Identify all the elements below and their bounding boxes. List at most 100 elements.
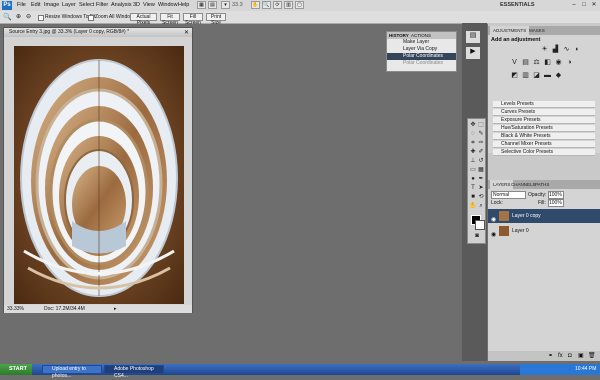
preset-exposure[interactable]: Exposure Presets xyxy=(493,117,595,124)
tab-masks[interactable]: MASKS xyxy=(526,26,548,35)
fill-input[interactable]: 100% xyxy=(548,199,564,207)
menu-3d[interactable]: 3D xyxy=(133,2,140,8)
color-balance-icon[interactable]: ⚖ xyxy=(532,58,541,67)
move-tool-icon[interactable]: ✥ xyxy=(469,121,477,129)
document-title[interactable]: Source Entry 3.jpg @ 33.3% (Layer 0 copy… xyxy=(4,28,192,37)
menu-view[interactable]: View xyxy=(143,2,155,8)
path-select-icon[interactable]: ➤ xyxy=(477,184,485,192)
taskbar-item-browser[interactable]: Upload entry to photos... xyxy=(42,365,102,379)
selective-color-icon[interactable]: ◆ xyxy=(554,71,563,80)
screen-mode-button[interactable]: ▢ xyxy=(295,1,304,9)
history-item[interactable]: Make Layer xyxy=(387,39,456,46)
close-icon[interactable]: ✕ xyxy=(590,1,598,9)
actions-panel-icon[interactable]: ▶ xyxy=(466,47,480,59)
workspace-switcher[interactable]: ESSENTIALS xyxy=(500,2,535,8)
new-layer-icon[interactable]: ▣ xyxy=(578,351,584,361)
marquee-tool-icon[interactable]: ⬚ xyxy=(477,121,485,129)
delete-layer-icon[interactable]: 🗑 xyxy=(588,351,596,361)
fill-screen-button[interactable]: Fill Screen xyxy=(183,13,203,26)
menu-window[interactable]: Window xyxy=(158,2,178,8)
menu-edit[interactable]: Edit xyxy=(31,2,40,8)
history-panel-icon[interactable]: ▤ xyxy=(466,31,480,43)
gradient-tool-icon[interactable]: ▦ xyxy=(477,166,485,174)
fit-screen-button[interactable]: Fit Screen xyxy=(160,13,180,26)
history-brush-icon[interactable]: ↺ xyxy=(477,157,485,165)
background-color-swatch[interactable] xyxy=(475,220,485,230)
menu-analysis[interactable]: Analysis xyxy=(111,2,131,8)
zoom-readout[interactable]: 33.33% xyxy=(7,305,24,313)
view-extras-button[interactable]: ▾ xyxy=(221,1,230,9)
layer-style-icon[interactable]: fx xyxy=(558,351,563,361)
document-close-icon[interactable]: ✕ xyxy=(184,29,189,36)
menu-layer[interactable]: Layer xyxy=(62,2,76,8)
dodge-tool-icon[interactable]: ● xyxy=(469,175,477,183)
history-item[interactable]: Polar Coordinates xyxy=(387,60,456,67)
photo-filter-icon[interactable]: ◉ xyxy=(554,58,563,67)
tab-actions[interactable]: ACTIONS xyxy=(411,32,431,39)
preset-channel-mixer[interactable]: Channel Mixer Presets xyxy=(493,141,595,148)
exposure-icon[interactable]: ◐ xyxy=(573,45,582,54)
minimize-icon[interactable]: – xyxy=(570,1,578,9)
channel-mixer-icon[interactable]: ◑ xyxy=(565,58,574,67)
history-item[interactable]: Layer Via Copy xyxy=(387,46,456,53)
tab-history[interactable]: HISTORY xyxy=(389,32,409,39)
hue-saturation-icon[interactable]: ▤ xyxy=(521,58,530,67)
preset-hue-saturation[interactable]: Hue/Saturation Presets xyxy=(493,125,595,132)
menu-image[interactable]: Image xyxy=(44,2,59,8)
invert-icon[interactable]: ◩ xyxy=(510,71,519,80)
actual-pixels-button[interactable]: Actual Pixels xyxy=(130,13,157,26)
type-tool-icon[interactable]: T xyxy=(469,184,477,192)
brush-tool-icon[interactable]: ✐ xyxy=(477,148,485,156)
curves-icon[interactable]: ∿ xyxy=(562,45,571,54)
black-white-icon[interactable]: ◧ xyxy=(543,58,552,67)
pen-tool-icon[interactable]: ✒ xyxy=(477,175,485,183)
clock[interactable]: 10:44 PM xyxy=(575,364,596,375)
print-size-button[interactable]: Print Size xyxy=(206,13,226,26)
stamp-tool-icon[interactable]: ⊥ xyxy=(469,157,477,165)
menu-select[interactable]: Select xyxy=(79,2,94,8)
posterize-icon[interactable]: ▥ xyxy=(521,71,530,80)
layer-row[interactable]: ◉ Layer 0 xyxy=(488,224,600,238)
hand-tool-icon[interactable]: ✋ xyxy=(469,202,477,210)
quick-mask-icon[interactable]: ◙ xyxy=(473,232,481,240)
taskbar-item-photoshop[interactable]: Adobe Photoshop CS4... xyxy=(104,365,164,379)
brightness-contrast-icon[interactable]: ☀ xyxy=(540,45,549,54)
zoom-out-icon[interactable]: ⊖ xyxy=(26,13,31,20)
eyedropper-tool-icon[interactable]: ✑ xyxy=(477,139,485,147)
link-layers-icon[interactable]: ⚭ xyxy=(548,351,553,361)
zoom-level[interactable]: 33.3 xyxy=(232,2,243,8)
vibrance-icon[interactable]: V xyxy=(510,58,519,67)
layer-row-selected[interactable]: ◉ Layer 0 copy xyxy=(488,209,600,223)
zoom-all-checkbox[interactable] xyxy=(88,15,94,21)
menu-help[interactable]: Help xyxy=(178,2,189,8)
preset-black-white[interactable]: Black & White Presets xyxy=(493,133,595,140)
crop-tool-icon[interactable]: ⌗ xyxy=(469,139,477,147)
lasso-tool-icon[interactable]: ◌ xyxy=(469,130,477,138)
document-canvas[interactable] xyxy=(14,46,184,304)
healing-tool-icon[interactable]: ✚ xyxy=(469,148,477,156)
3d-rotate-icon[interactable]: ⟲ xyxy=(477,193,485,201)
hand-tool-button[interactable]: ✋ xyxy=(251,1,260,9)
history-item-selected[interactable]: Polar Coordinates xyxy=(387,53,456,60)
zoom-tool-button[interactable]: 🔍 xyxy=(262,1,271,9)
tab-adjustments[interactable]: ADJUSTMENTS xyxy=(490,26,530,35)
zoom-in-icon[interactable]: ⊕ xyxy=(16,13,21,20)
resize-windows-checkbox[interactable] xyxy=(38,15,44,21)
zoom-tool-icon[interactable]: 🔍 xyxy=(3,13,12,21)
preset-selective-color[interactable]: Selective Color Presets xyxy=(493,149,595,156)
preset-curves[interactable]: Curves Presets xyxy=(493,109,595,116)
start-button[interactable]: START xyxy=(0,364,32,375)
menu-filter[interactable]: Filter xyxy=(96,2,108,8)
add-mask-icon[interactable]: ◘ xyxy=(568,351,572,361)
bridge-button[interactable]: ▦ xyxy=(197,1,206,9)
blend-mode-select[interactable]: Normal xyxy=(491,191,526,199)
opacity-input[interactable]: 100% xyxy=(548,191,564,199)
minibridge-button[interactable]: ▤ xyxy=(208,1,217,9)
eraser-tool-icon[interactable]: ▭ xyxy=(469,166,477,174)
maximize-icon[interactable]: □ xyxy=(580,1,588,9)
eye-icon[interactable]: ◉ xyxy=(491,228,496,242)
menu-file[interactable]: File xyxy=(17,2,26,8)
arrange-documents-button[interactable]: ▥ xyxy=(284,1,293,9)
tab-paths[interactable]: PATHS xyxy=(532,180,552,189)
zoom-tool-icon[interactable]: ⌕ xyxy=(477,202,485,210)
